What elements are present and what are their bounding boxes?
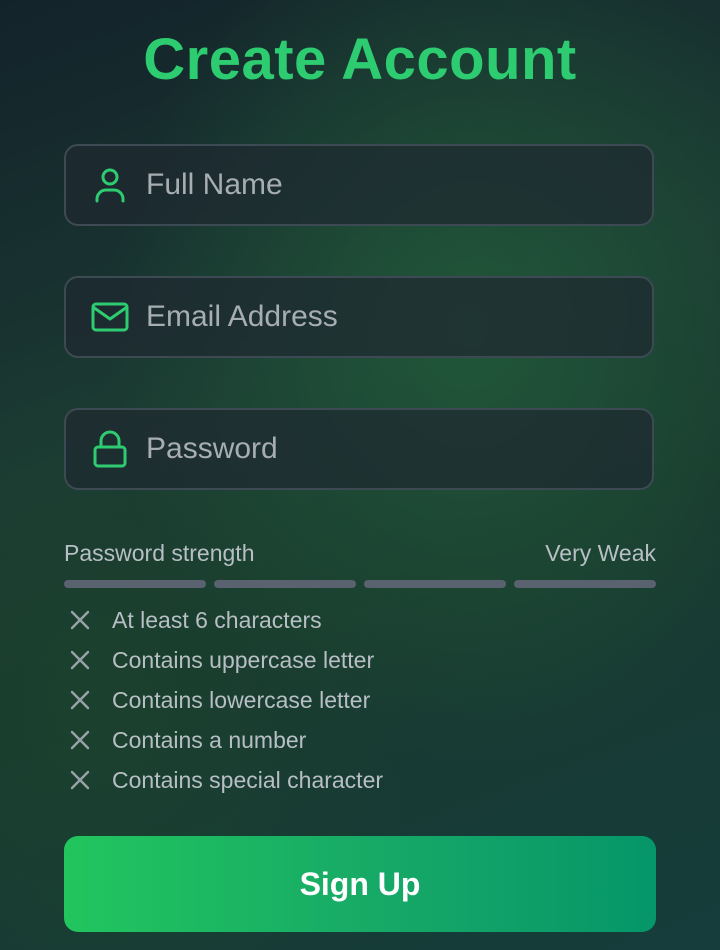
password-strength-label: Password strength	[64, 540, 255, 566]
requirement-label: At least 6 characters	[112, 606, 322, 633]
requirement-item: Contains lowercase letter	[64, 680, 656, 720]
requirement-label: Contains a number	[112, 726, 307, 753]
full-name-field-container[interactable]	[64, 144, 654, 226]
requirement-item: Contains special character	[64, 760, 656, 800]
password-field-container[interactable]	[64, 408, 654, 490]
full-name-input[interactable]	[146, 146, 636, 224]
requirement-label: Contains uppercase letter	[112, 646, 375, 673]
x-icon	[64, 764, 96, 796]
strength-segment-4	[514, 580, 656, 588]
password-requirements-list: At least 6 characters Contains uppercase…	[64, 600, 656, 800]
requirement-item: At least 6 characters	[64, 600, 656, 640]
password-strength-header: Password strength Very Weak	[64, 540, 656, 567]
x-icon	[64, 724, 96, 756]
mail-icon	[90, 297, 130, 337]
requirement-item: Contains a number	[64, 720, 656, 760]
password-strength-meter	[64, 580, 656, 588]
strength-segment-1	[64, 580, 206, 588]
x-icon	[64, 604, 96, 636]
strength-segment-3	[364, 580, 506, 588]
strength-segment-2	[214, 580, 356, 588]
sign-up-button[interactable]: Sign Up	[64, 836, 656, 932]
x-icon	[64, 644, 96, 676]
requirement-label: Contains special character	[112, 766, 384, 793]
requirement-item: Contains uppercase letter	[64, 640, 656, 680]
page-title: Create Account	[143, 27, 577, 92]
password-input[interactable]	[146, 410, 636, 488]
x-icon	[64, 684, 96, 716]
email-field-container[interactable]	[64, 276, 654, 358]
requirement-label: Contains lowercase letter	[112, 686, 371, 713]
password-strength-level: Very Weak	[545, 540, 656, 566]
email-input[interactable]	[146, 278, 636, 356]
lock-icon	[90, 429, 130, 469]
user-icon	[90, 165, 130, 205]
